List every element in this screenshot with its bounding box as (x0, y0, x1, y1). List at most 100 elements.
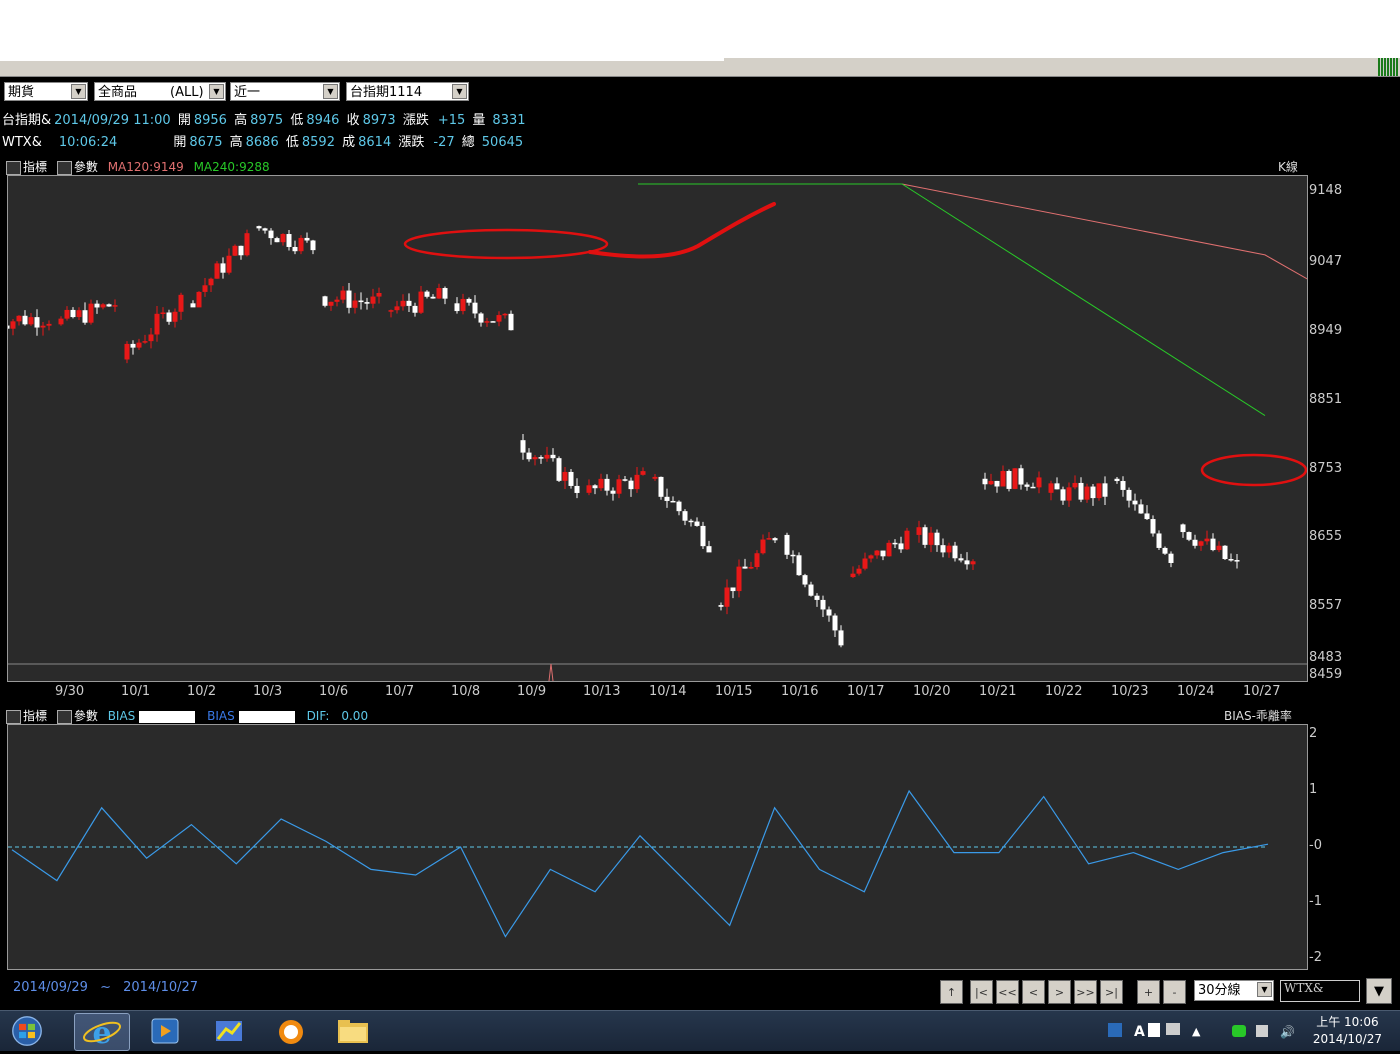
candle-body (1012, 468, 1018, 489)
candle-body (1078, 482, 1084, 500)
indicator-toggle-icon[interactable] (6, 709, 21, 724)
low-label: 低 (285, 135, 299, 150)
kline-chart[interactable] (7, 175, 1308, 682)
candle-body (1024, 484, 1030, 487)
svg-text:e: e (92, 1016, 111, 1050)
system-tray-icons[interactable]: A ▲ 🔊 (1106, 1019, 1296, 1043)
candle-body (982, 478, 988, 485)
volume-marker (548, 663, 554, 681)
indicator-button[interactable]: 指標 (23, 160, 47, 174)
nav-button[interactable]: - (1163, 980, 1186, 1004)
candle-body (430, 296, 436, 299)
candle-body (922, 527, 928, 545)
candle-body (1144, 513, 1150, 520)
param-toggle-icon[interactable] (56, 709, 72, 724)
nav-button[interactable]: > (1048, 980, 1071, 1004)
candle-body (466, 298, 472, 303)
candle-body (928, 532, 934, 545)
candle-body (304, 237, 310, 241)
candle-body (814, 595, 820, 600)
change-label: 漲跌 (398, 135, 425, 150)
ma240-value: 9288 (239, 160, 270, 174)
nav-button[interactable]: >| (1100, 980, 1123, 1004)
x-tick-label: 10/22 (1045, 684, 1083, 699)
candle-body (526, 452, 532, 460)
candle-body (964, 560, 970, 565)
product-select-value: 全商品 (ALL) (98, 85, 204, 100)
candle-body (826, 609, 832, 616)
nav-button[interactable]: < (1022, 980, 1045, 1004)
market-select[interactable]: 期貨 ▼ (4, 82, 88, 101)
bias-chart[interactable] (7, 724, 1308, 970)
file-explorer-icon[interactable] (330, 1015, 376, 1047)
y-tick-label: 9047 (1309, 254, 1343, 270)
candle-body (940, 545, 946, 553)
candle-body (1162, 547, 1168, 554)
x-tick-label: 10/27 (1243, 684, 1281, 699)
y-tick-label: 8483 (1309, 650, 1343, 666)
start-button-icon[interactable] (4, 1015, 50, 1047)
taskbar-clock[interactable]: 上午 10:06 2014/10/27 (1313, 1014, 1382, 1048)
date-range-end: 2014/10/27 (123, 980, 199, 995)
x-tick-label: 10/2 (187, 684, 217, 699)
month-select[interactable]: 近一 ▼ (230, 82, 340, 101)
indicator-button[interactable]: 指標 (23, 709, 47, 723)
candle-body (916, 527, 922, 535)
candle-body (106, 304, 112, 307)
candle-body (460, 298, 466, 312)
period-select-value: 30分線 (1198, 983, 1241, 998)
quote-name: WTX& (2, 135, 42, 150)
x-tick-label: 10/9 (517, 684, 547, 699)
dif-value: 0.00 (341, 709, 369, 723)
candle-body (880, 550, 886, 557)
candle-body (868, 555, 874, 559)
contract-select[interactable]: 台指期1114 ▼ (346, 82, 469, 101)
candle-body (1216, 545, 1222, 551)
change-label: 漲跌 (402, 113, 429, 128)
candle-body (1132, 500, 1138, 505)
candle-body (148, 334, 154, 342)
messenger-app-icon[interactable] (268, 1015, 314, 1047)
candle-body (790, 554, 796, 557)
candle-body (538, 457, 544, 459)
chevron-down-icon: ▼ (209, 84, 224, 99)
date-range-start: 2014/09/29 (13, 980, 88, 995)
param-button[interactable]: 參數 (74, 709, 98, 723)
x-tick-label: 10/3 (253, 684, 283, 699)
bias1-label: BIAS (107, 709, 136, 723)
low-value: 8946 (306, 113, 340, 128)
nav-button[interactable]: >> (1074, 980, 1097, 1004)
nav-button[interactable]: + (1137, 980, 1160, 1004)
y-tick-label: 8655 (1309, 529, 1343, 545)
nav-button[interactable]: ↑ (940, 980, 963, 1004)
candle-body (946, 545, 952, 553)
candle-body (166, 312, 172, 322)
param-toggle-icon[interactable] (56, 160, 72, 175)
candle-body (136, 342, 142, 348)
menu-dropdown-button[interactable]: ▼ (1366, 978, 1392, 1004)
ma120-value: 9149 (153, 160, 184, 174)
chevron-down-icon: ▼ (452, 84, 467, 99)
indicator-toggle-icon[interactable] (6, 160, 21, 175)
clock-time: 上午 10:06 (1316, 1015, 1379, 1029)
taskbar-ie-button[interactable]: e (74, 1013, 130, 1051)
high-label: 高 (234, 113, 248, 128)
change-value: -27 (433, 135, 455, 150)
symbol-input[interactable]: WTX& (1280, 980, 1360, 1002)
trading-app-icon[interactable] (206, 1015, 252, 1047)
param-button[interactable]: 參數 (74, 160, 98, 174)
candle-body (586, 485, 592, 493)
clock-date: 2014/10/27 (1312, 1032, 1382, 1046)
media-player-icon[interactable] (142, 1015, 188, 1047)
candle-body (664, 496, 670, 501)
candle-body (406, 300, 412, 306)
product-select[interactable]: 全商品 (ALL) ▼ (94, 82, 226, 101)
contract-select-value: 台指期1114 (350, 85, 423, 100)
period-select[interactable]: 30分線 ▼ (1194, 980, 1274, 1001)
candle-body (274, 238, 280, 243)
nav-button[interactable]: << (996, 980, 1019, 1004)
nav-button[interactable]: |< (970, 980, 993, 1004)
candle-body (496, 315, 502, 322)
last-label: 成 (342, 135, 356, 150)
candle-body (1210, 538, 1216, 551)
